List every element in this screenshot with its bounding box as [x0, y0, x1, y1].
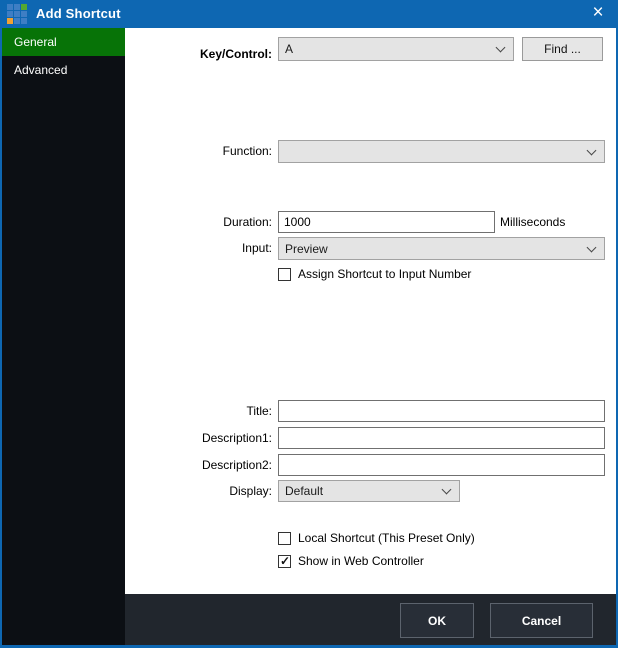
checkbox-label: Assign Shortcut to Input Number [298, 267, 471, 281]
description2-label: Description2: [125, 454, 272, 476]
local-shortcut-checkbox[interactable]: Local Shortcut (This Preset Only) [278, 531, 475, 545]
chevron-down-icon [496, 43, 506, 53]
checkbox-box[interactable] [278, 555, 291, 568]
checkbox-box[interactable] [278, 268, 291, 281]
ok-button[interactable]: OK [400, 603, 474, 638]
cancel-button[interactable]: Cancel [490, 603, 593, 638]
input-dropdown[interactable]: Preview [278, 237, 605, 260]
tab-general[interactable]: General [2, 28, 125, 56]
checkbox-box[interactable] [278, 532, 291, 545]
function-label: Function: [125, 140, 272, 163]
form-panel: Key/Control: A Find ... Function: Durati… [125, 28, 616, 594]
description2-input[interactable] [278, 454, 605, 476]
input-value: Preview [285, 242, 328, 256]
footer-bar: OK Cancel [125, 594, 616, 645]
web-controller-checkbox[interactable]: Show in Web Controller [278, 554, 424, 568]
key-control-dropdown[interactable]: A [278, 37, 514, 61]
title-label: Title: [125, 400, 272, 422]
description1-input[interactable] [278, 427, 605, 449]
checkbox-label: Local Shortcut (This Preset Only) [298, 531, 475, 545]
chevron-down-icon [587, 242, 597, 252]
milliseconds-label: Milliseconds [500, 211, 565, 233]
chevron-down-icon [442, 485, 452, 495]
input-label: Input: [125, 237, 272, 260]
close-icon[interactable]: × [582, 0, 614, 28]
key-control-value: A [285, 42, 293, 56]
add-shortcut-dialog: Add Shortcut × General Advanced Key/Cont… [0, 0, 618, 648]
duration-input[interactable] [278, 211, 495, 233]
checkbox-label: Show in Web Controller [298, 554, 424, 568]
title-bar: Add Shortcut × [0, 0, 618, 28]
chevron-down-icon [587, 145, 597, 155]
window-title: Add Shortcut [36, 0, 121, 28]
function-dropdown[interactable] [278, 140, 605, 163]
title-input[interactable] [278, 400, 605, 422]
key-control-label: Key/Control: [125, 42, 272, 66]
sidebar: General Advanced [2, 28, 125, 645]
tab-advanced[interactable]: Advanced [2, 56, 125, 84]
display-label: Display: [125, 480, 272, 502]
display-dropdown[interactable]: Default [278, 480, 460, 502]
description1-label: Description1: [125, 427, 272, 449]
display-value: Default [285, 484, 323, 498]
app-icon [7, 4, 27, 24]
find-button[interactable]: Find ... [522, 37, 603, 61]
assign-shortcut-checkbox[interactable]: Assign Shortcut to Input Number [278, 267, 471, 281]
duration-label: Duration: [125, 211, 272, 233]
